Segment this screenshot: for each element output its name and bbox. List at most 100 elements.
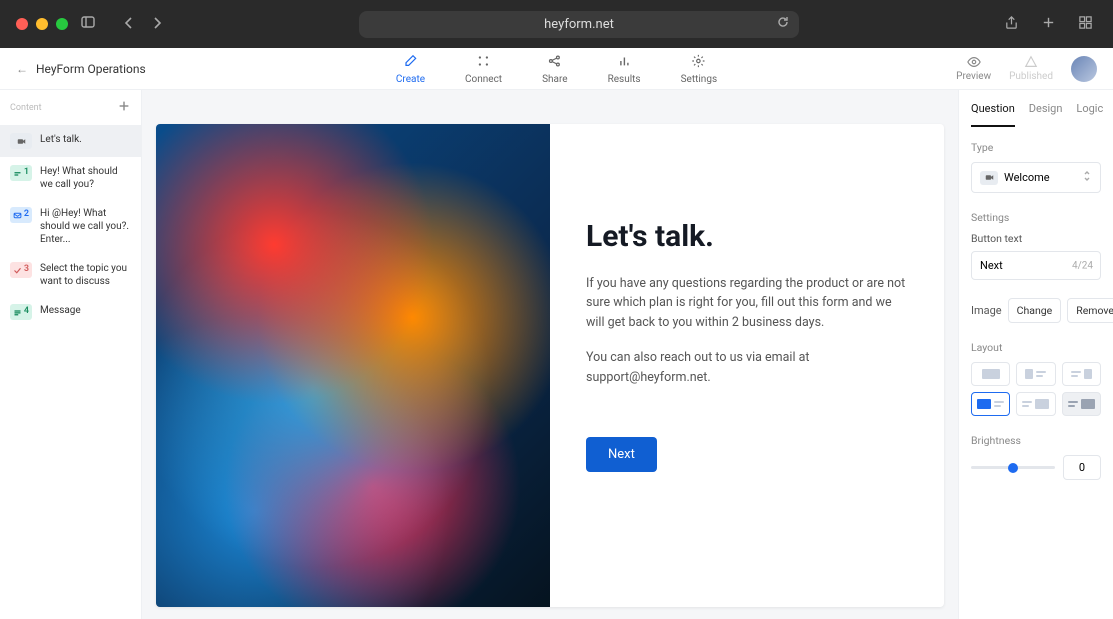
preview-button[interactable]: Preview: [956, 55, 991, 82]
url-bar: heyform.net: [176, 11, 982, 38]
breadcrumb-title[interactable]: HeyForm Operations: [36, 62, 146, 76]
button-text-label: Button text: [971, 232, 1101, 245]
canvas-area: Let's talk. If you have any questions re…: [142, 90, 958, 619]
brightness-section: Brightness 0: [971, 434, 1101, 480]
questions-sidebar: Content Let's talk. 1 Hey! What should w…: [0, 90, 142, 619]
editor-tabs: Create Connect Share Results Settings: [394, 49, 719, 89]
new-tab-icon[interactable]: [1037, 11, 1060, 38]
settings-icon: [692, 53, 706, 72]
layout-opt-2[interactable]: [1016, 362, 1055, 386]
window-close[interactable]: [16, 18, 28, 30]
settings-section: Settings Button text 4/24: [971, 211, 1101, 280]
choice-badge-icon: 3: [10, 262, 32, 278]
question-label: Let's talk.: [40, 133, 82, 146]
long-text-badge: 4: [10, 304, 32, 320]
tab-label: Share: [542, 74, 567, 85]
window-zoom[interactable]: [56, 18, 68, 30]
image-label: Image: [971, 304, 1002, 317]
browser-chrome: heyform.net: [0, 0, 1113, 48]
tab-connect[interactable]: Connect: [463, 49, 504, 89]
tab-label: Create: [396, 74, 425, 85]
tab-share[interactable]: Share: [540, 49, 569, 89]
change-image-button[interactable]: Change: [1008, 298, 1062, 323]
panel-body: Type Welcome Settings Button text 4/24: [959, 127, 1113, 512]
type-label: Type: [971, 141, 1101, 154]
top-right-actions: Preview Published: [956, 55, 1097, 82]
type-section: Type Welcome: [971, 141, 1101, 193]
canvas-title[interactable]: Let's talk.: [586, 219, 908, 254]
topbar: ← HeyForm Operations Create Connect Shar…: [0, 48, 1113, 90]
panel-tab-logic[interactable]: Logic: [1076, 90, 1103, 127]
published-button[interactable]: Published: [1009, 55, 1053, 82]
published-label: Published: [1009, 71, 1053, 82]
question-item-2[interactable]: 2 Hi @Hey! What should we call you?. Ent…: [0, 199, 141, 254]
remove-image-button[interactable]: Remove: [1067, 298, 1113, 323]
question-item-1[interactable]: 1 Hey! What should we call you?: [0, 157, 141, 199]
question-item-welcome[interactable]: Let's talk.: [0, 125, 141, 157]
canvas-paragraph-1[interactable]: If you have any questions regarding the …: [586, 274, 908, 332]
avatar[interactable]: [1071, 56, 1097, 82]
nav-arrows: [118, 11, 168, 38]
tab-settings[interactable]: Settings: [679, 49, 720, 89]
brightness-value[interactable]: 0: [1063, 455, 1101, 480]
sidebar-toggle-icon[interactable]: [76, 10, 100, 38]
window-minimize[interactable]: [36, 18, 48, 30]
question-label: Message: [40, 304, 81, 317]
settings-label: Settings: [971, 211, 1101, 224]
breadcrumb: ← HeyForm Operations: [16, 62, 146, 76]
tab-results[interactable]: Results: [606, 49, 643, 89]
next-button[interactable]: Next: [586, 437, 657, 472]
tab-create[interactable]: Create: [394, 49, 427, 89]
canvas-paragraph-2[interactable]: You can also reach out to us via email a…: [586, 348, 908, 387]
results-icon: [617, 53, 631, 72]
url-text: heyform.net: [544, 17, 614, 32]
create-icon: [403, 53, 417, 72]
reload-icon[interactable]: [777, 16, 789, 32]
question-label: Hey! What should we call you?: [40, 165, 131, 191]
char-count: 4/24: [1072, 260, 1093, 271]
main-layout: Content Let's talk. 1 Hey! What should w…: [0, 90, 1113, 619]
question-item-3[interactable]: 3 Select the topic you want to discuss: [0, 254, 141, 296]
properties-panel: Question Design Logic Type Welcome Setti…: [958, 90, 1113, 619]
form-canvas: Let's talk. If you have any questions re…: [156, 124, 944, 607]
email-badge-icon: 2: [10, 207, 32, 223]
panel-tab-design[interactable]: Design: [1029, 90, 1063, 127]
add-question-icon[interactable]: [117, 98, 131, 117]
preview-label: Preview: [956, 71, 991, 82]
tab-label: Settings: [681, 74, 718, 85]
button-text-row: 4/24: [971, 251, 1101, 280]
brightness-slider[interactable]: [971, 466, 1055, 469]
type-value: Welcome: [1004, 171, 1050, 184]
share-icon[interactable]: [1000, 11, 1023, 38]
layout-opt-6[interactable]: [1062, 392, 1101, 416]
chevron-updown-icon: [1082, 170, 1092, 185]
question-label: Hi @Hey! What should we call you?. Enter…: [40, 207, 131, 246]
browser-actions: [1000, 11, 1097, 38]
url-field[interactable]: heyform.net: [359, 11, 799, 38]
forward-icon[interactable]: [146, 11, 168, 38]
layout-options: [971, 362, 1101, 416]
layout-label: Layout: [971, 341, 1101, 354]
sidebar-header: Content: [0, 90, 141, 125]
type-select[interactable]: Welcome: [971, 162, 1101, 193]
panel-tab-question[interactable]: Question: [971, 90, 1015, 127]
tabs-grid-icon[interactable]: [1074, 11, 1097, 38]
brightness-label: Brightness: [971, 434, 1101, 447]
back-icon[interactable]: [118, 11, 140, 38]
question-item-4[interactable]: 4 Message: [0, 296, 141, 328]
layout-opt-1[interactable]: [971, 362, 1010, 386]
short-text-badge: 1: [10, 165, 32, 181]
layout-opt-3[interactable]: [1062, 362, 1101, 386]
welcome-badge-icon: [10, 133, 32, 149]
connect-icon: [477, 53, 491, 72]
layout-opt-5[interactable]: [1016, 392, 1055, 416]
panel-tabs: Question Design Logic: [959, 90, 1113, 127]
canvas-content: Let's talk. If you have any questions re…: [550, 124, 944, 607]
layout-opt-4[interactable]: [971, 392, 1010, 416]
question-label: Select the topic you want to discuss: [40, 262, 131, 288]
image-section: Image Change Remove: [971, 298, 1101, 323]
slider-thumb[interactable]: [1008, 463, 1018, 473]
traffic-lights: [16, 18, 68, 30]
back-link-icon[interactable]: ←: [16, 62, 28, 76]
canvas-image: [156, 124, 550, 607]
